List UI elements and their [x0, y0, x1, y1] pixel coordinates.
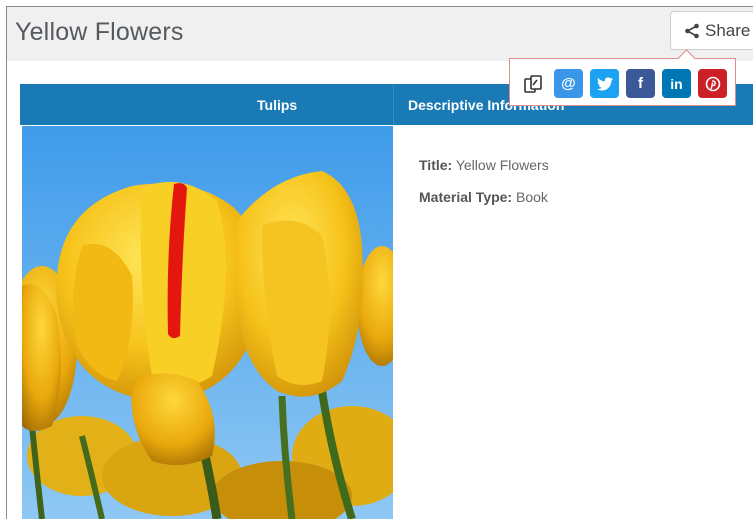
email-icon[interactable]: @: [554, 69, 583, 98]
share-icons: @ f in: [518, 69, 727, 98]
detail-material-row: Material Type: Book: [419, 189, 549, 205]
tab-tulips[interactable]: Tulips: [257, 97, 297, 113]
share-button-label: Share: [705, 20, 751, 40]
pinterest-icon[interactable]: [698, 69, 727, 98]
detail-title-row: Title: Yellow Flowers: [419, 157, 549, 173]
linkedin-icon[interactable]: in: [662, 69, 691, 98]
tulips-photo: [22, 126, 393, 519]
share-icon: [685, 23, 699, 38]
frame-border-left: [6, 6, 7, 519]
copy-link-icon[interactable]: [518, 69, 547, 98]
detail-title-label: Title:: [419, 157, 453, 173]
twitter-icon[interactable]: [590, 69, 619, 98]
page-header: Yellow Flowers Share: [7, 7, 753, 61]
share-popup: @ f in: [509, 49, 736, 106]
page-title: Yellow Flowers: [15, 18, 184, 46]
details-panel: Title: Yellow Flowers Material Type: Boo…: [419, 157, 549, 221]
facebook-icon[interactable]: f: [626, 69, 655, 98]
detail-material-label: Material Type:: [419, 189, 513, 205]
share-button[interactable]: Share: [670, 11, 753, 50]
detail-material-value: Book: [516, 189, 548, 205]
tab-divider: [393, 84, 394, 125]
detail-title-value: Yellow Flowers: [455, 157, 549, 173]
